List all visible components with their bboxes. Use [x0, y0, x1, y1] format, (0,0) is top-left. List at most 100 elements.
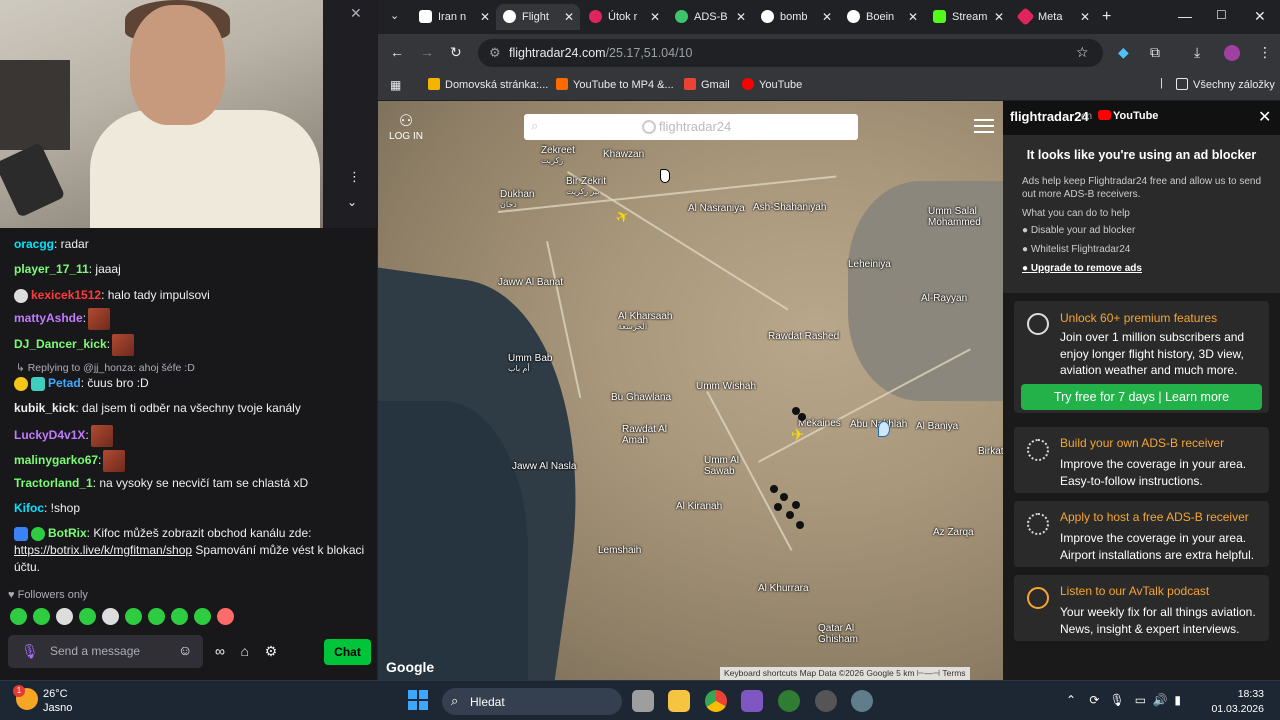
settings-gear-icon[interactable]	[851, 690, 873, 712]
emote-icon[interactable]	[148, 608, 165, 625]
emote-icon[interactable]	[217, 608, 234, 625]
close-tab-icon[interactable]: ✕	[650, 4, 660, 30]
chevron-down-icon[interactable]: ⌄	[347, 195, 357, 209]
aircraft-icon[interactable]: ✈	[791, 425, 804, 445]
tab-stream[interactable]: Stream ✕	[926, 4, 1010, 30]
download-icon[interactable]: ⤓	[1194, 44, 1200, 61]
app-icon[interactable]	[741, 690, 763, 712]
maximize-icon[interactable]: ☐	[1216, 8, 1227, 22]
host-receiver-card[interactable]: Apply to host a free ADS-B receiver Impr…	[1014, 501, 1269, 567]
emoji-icon[interactable]: ☺	[178, 642, 192, 658]
emote-icon[interactable]	[171, 608, 188, 625]
chat-username[interactable]: LuckyD4v1X	[14, 428, 85, 442]
reload-icon[interactable]: ↻	[450, 44, 462, 61]
taskbar-clock[interactable]: 18:33 01.03.2026	[1202, 687, 1264, 717]
close-window-icon[interactable]: ✕	[1254, 8, 1266, 25]
battery-icon[interactable]: ▮	[1174, 693, 1181, 707]
chat-input[interactable]: 🎙 Send a message ☺	[8, 635, 203, 668]
emote-icon[interactable]	[56, 608, 73, 625]
extension-icon[interactable]: ◆	[1118, 44, 1129, 61]
obs-icon[interactable]	[815, 690, 837, 712]
weather-sun-icon[interactable]: 1	[13, 685, 38, 710]
task-view-icon[interactable]	[632, 690, 654, 712]
chat-username[interactable]: BotRix	[48, 526, 87, 540]
store-icon[interactable]: ⌂	[241, 643, 249, 659]
emote-icon[interactable]	[102, 608, 119, 625]
chat-username[interactable]: Kifoc	[14, 501, 44, 515]
address-bar[interactable]: ⚙ flightradar24.com/25.17,51.04/10 ☆	[478, 39, 1103, 67]
close-tab-icon[interactable]: ✕	[994, 4, 1004, 30]
chat-username[interactable]: Tractorland_1	[14, 476, 93, 490]
all-bookmarks[interactable]: Všechny záložky	[1176, 78, 1275, 91]
back-icon[interactable]: ←	[390, 44, 404, 60]
tab-flightradar[interactable]: Flight ✕	[496, 4, 580, 30]
close-tab-icon[interactable]: ✕	[480, 4, 490, 30]
chat-username[interactable]: kubik_kick	[14, 401, 75, 415]
browser-menu-icon[interactable]: ⋮	[1258, 44, 1272, 61]
sync-icon[interactable]: ⟳	[1089, 693, 1099, 707]
tab-utok[interactable]: Útok r ✕	[582, 4, 666, 30]
chevron-up-icon[interactable]: ⌃	[1066, 693, 1076, 707]
chrome-icon[interactable]	[705, 690, 727, 712]
volume-icon[interactable]: 🔊	[1153, 693, 1168, 707]
minimize-icon[interactable]: —	[1178, 8, 1192, 24]
forward-icon[interactable]: →	[420, 44, 434, 60]
hamburger-menu-icon[interactable]	[974, 119, 994, 133]
bookmark-item[interactable]: Domovská stránka:...	[428, 78, 548, 91]
aircraft-icon[interactable]: ✈	[612, 205, 634, 229]
network-icon[interactable]: ▭	[1135, 693, 1146, 707]
flight-map[interactable]: Zekreet زكريت Khawzan Bir Zekrit بير زكريت…	[378, 101, 1003, 680]
emote-icon[interactable]	[194, 608, 211, 625]
xbox-icon[interactable]	[778, 690, 800, 712]
tab-meta[interactable]: Meta ✕	[1012, 4, 1096, 30]
windows-start-icon[interactable]	[408, 690, 428, 710]
bookmark-item[interactable]: YouTube	[742, 78, 802, 91]
points-icon[interactable]: ∞	[215, 643, 225, 659]
bookmark-item[interactable]: YouTube to MP4 &...	[556, 78, 674, 91]
weather-widget[interactable]: 26°C Jasno	[43, 687, 72, 715]
tab-bomb[interactable]: bomb ✕	[754, 4, 838, 30]
bookmark-item[interactable]: Gmail	[684, 78, 730, 91]
chat-username[interactable]: kexicek1512	[31, 288, 101, 302]
chat-username[interactable]: DJ_Dancer_kick	[14, 337, 107, 351]
chat-username[interactable]: mattyAshde	[14, 311, 83, 325]
close-tab-icon[interactable]: ✕	[736, 4, 746, 30]
close-icon[interactable]: ✕	[350, 5, 362, 22]
try-free-button[interactable]: Try free for 7 days | Learn more	[1021, 384, 1262, 410]
tab-adsb[interactable]: ADS-B ✕	[668, 4, 752, 30]
more-options-icon[interactable]: ⋮	[348, 169, 361, 185]
emote-icon[interactable]	[125, 608, 142, 625]
chat-username[interactable]: player_17_11	[14, 262, 89, 276]
close-tab-icon[interactable]: ✕	[822, 4, 832, 30]
emote-icon[interactable]	[79, 608, 96, 625]
profile-avatar[interactable]	[1224, 45, 1240, 61]
send-chat-button[interactable]: Chat	[324, 639, 371, 665]
map-attribution[interactable]: Keyboard shortcuts Map Data ©2026 Google…	[720, 667, 970, 680]
shop-link[interactable]: https://botrix.live/k/mgfitman/shop	[14, 543, 192, 557]
airport-pin-icon[interactable]	[878, 421, 890, 437]
microphone-icon[interactable]: 🎙	[1109, 693, 1124, 707]
new-tab-icon[interactable]: +	[1102, 8, 1111, 26]
login-button[interactable]: ⚇ LOG IN	[388, 111, 424, 142]
microphone-icon[interactable]: 🎙	[21, 643, 39, 660]
extensions-puzzle-icon[interactable]: ⧉	[1150, 44, 1160, 61]
tab-boeing[interactable]: Boein ✕	[840, 4, 924, 30]
bookmark-star-icon[interactable]: ☆	[1076, 44, 1089, 61]
chat-username[interactable]: oracgg	[14, 237, 54, 251]
gear-icon[interactable]: ⚙	[265, 643, 278, 659]
apps-grid-icon[interactable]: ▦	[390, 78, 401, 92]
build-receiver-card[interactable]: Build your own ADS-B receiver Improve th…	[1014, 427, 1269, 493]
taskbar-search[interactable]: ⌕ Hledat	[442, 688, 622, 715]
emote-icon[interactable]	[33, 608, 50, 625]
close-tab-icon[interactable]: ✕	[1080, 4, 1090, 30]
map-search-input[interactable]: ⌕ flightradar24	[524, 114, 858, 140]
close-tab-icon[interactable]: ✕	[908, 4, 918, 30]
podcast-card[interactable]: Listen to our AvTalk podcast Your weekly…	[1014, 575, 1269, 641]
chat-username[interactable]: malinygarko67	[14, 453, 98, 467]
tab-iran[interactable]: Iran n ✕	[412, 4, 496, 30]
upgrade-link[interactable]: ● Upgrade to remove ads	[1022, 263, 1142, 274]
chat-username[interactable]: Petad	[48, 376, 81, 390]
site-info-icon[interactable]: ⚙	[489, 45, 501, 61]
tab-search-icon[interactable]: ⌄	[390, 9, 399, 22]
file-explorer-icon[interactable]	[668, 690, 690, 712]
